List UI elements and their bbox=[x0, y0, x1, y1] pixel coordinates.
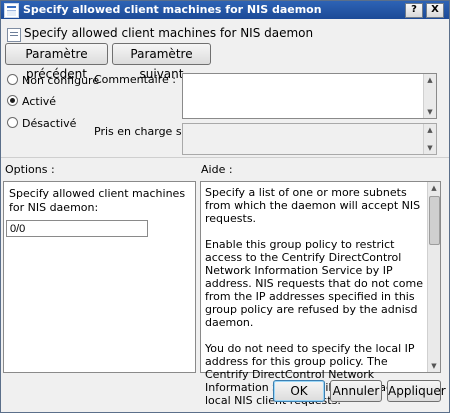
close-button[interactable]: X bbox=[426, 3, 444, 18]
radio-label: Non configuré bbox=[22, 74, 100, 87]
scroll-down-arrow-icon[interactable]: ▼ bbox=[424, 142, 436, 154]
options-panel: Specify allowed client machines for NIS … bbox=[3, 181, 196, 373]
divider bbox=[1, 157, 449, 158]
radio-enabled[interactable]: Activé bbox=[7, 95, 56, 108]
comment-label: Commentaire : bbox=[94, 73, 176, 86]
help-scrollbar[interactable]: ▲ ▼ bbox=[427, 182, 440, 372]
radio-label: Activé bbox=[22, 95, 57, 108]
options-field-label: Specify allowed client machines for NIS … bbox=[9, 187, 186, 214]
scroll-up-arrow-icon[interactable]: ▲ bbox=[424, 74, 436, 86]
window-title: Specify allowed client machines for NIS … bbox=[23, 3, 322, 16]
policy-setting-icon bbox=[7, 28, 21, 42]
help-panel: Specify a list of one or more subnets fr… bbox=[200, 181, 441, 407]
radio-circle-selected[interactable] bbox=[7, 95, 18, 106]
radio-label: Désactivé bbox=[22, 117, 77, 130]
help-paragraph: Specify a list of one or more subnets fr… bbox=[205, 186, 421, 225]
setting-title: Specify allowed client machines for NIS … bbox=[24, 26, 314, 40]
scroll-down-arrow-icon[interactable]: ▼ bbox=[428, 360, 440, 372]
radio-not-configured[interactable]: Non configuré bbox=[7, 74, 99, 87]
options-label: Options : bbox=[5, 163, 55, 176]
scroll-up-arrow-icon[interactable]: ▲ bbox=[424, 124, 436, 136]
apply-button[interactable]: Appliquer bbox=[387, 380, 446, 402]
scroll-up-arrow-icon[interactable]: ▲ bbox=[428, 182, 440, 194]
title-bar[interactable]: Specify allowed client machines for NIS … bbox=[1, 1, 449, 19]
help-button[interactable]: ? bbox=[405, 3, 423, 18]
radio-disabled[interactable]: Désactivé bbox=[7, 117, 76, 130]
help-paragraph: Enable this group policy to restrict acc… bbox=[205, 238, 424, 329]
comment-scrollbar[interactable]: ▲ ▼ bbox=[423, 74, 436, 118]
supported-on-scrollbar[interactable]: ▲ ▼ bbox=[423, 124, 436, 154]
scroll-thumb[interactable] bbox=[429, 196, 440, 245]
next-setting-button[interactable]: Paramètre suivant bbox=[112, 43, 211, 81]
cancel-button[interactable]: Annuler bbox=[330, 380, 382, 402]
scroll-down-arrow-icon[interactable]: ▼ bbox=[424, 106, 436, 118]
previous-setting-button[interactable]: Paramètre précédent bbox=[5, 43, 108, 81]
radio-circle[interactable] bbox=[7, 117, 18, 128]
dialog-window: Specify allowed client machines for NIS … bbox=[0, 0, 450, 413]
supported-on-field: ▲ ▼ bbox=[182, 123, 437, 155]
window-icon bbox=[4, 3, 19, 18]
radio-circle[interactable] bbox=[7, 74, 18, 85]
allowed-clients-input[interactable] bbox=[6, 220, 148, 237]
ok-button[interactable]: OK bbox=[273, 380, 325, 402]
help-label: Aide : bbox=[201, 163, 233, 176]
comment-textarea[interactable]: ▲ ▼ bbox=[182, 73, 437, 119]
